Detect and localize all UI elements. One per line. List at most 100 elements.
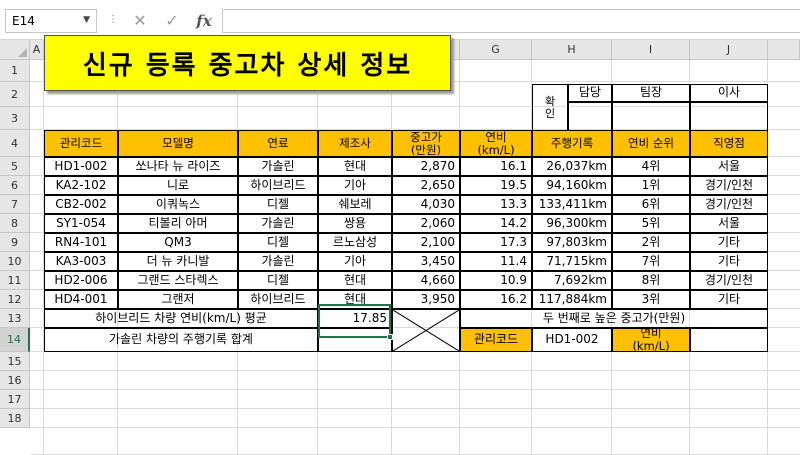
row-header-8[interactable]: 8 (0, 214, 30, 233)
table-cell[interactable]: HD1-002 (44, 157, 118, 176)
row-header-4[interactable]: 4 (0, 130, 30, 157)
table-cell[interactable]: KA3-003 (44, 252, 118, 271)
table-cell[interactable]: 쌍용 (318, 214, 392, 233)
table-cell[interactable]: 2,650 (392, 176, 460, 195)
table-cell[interactable]: 26,037km (532, 157, 612, 176)
gasoline-total-label[interactable]: 가솔린 차량의 주행기록 합계 (44, 328, 318, 352)
column-header-h[interactable]: H (532, 40, 612, 60)
table-cell[interactable]: 티볼리 아머 (118, 214, 238, 233)
table-cell[interactable]: 16.1 (460, 157, 532, 176)
table-cell[interactable]: 7,692km (532, 271, 612, 290)
formula-input[interactable] (222, 9, 800, 33)
table-cell[interactable]: 가솔린 (238, 157, 318, 176)
table-cell[interactable]: 기아 (318, 176, 392, 195)
table-cell[interactable]: RN4-101 (44, 233, 118, 252)
table-cell[interactable]: 14.2 (460, 214, 532, 233)
table-cell[interactable]: 하이브리드 (238, 176, 318, 195)
table-cell[interactable]: 16.2 (460, 290, 532, 309)
table-cell[interactable]: 쏘나타 뉴 라이즈 (118, 157, 238, 176)
approval-side-label[interactable]: 확 인 (532, 84, 568, 132)
table-header-cell[interactable]: 연비 (km/L) (460, 130, 532, 157)
table-cell[interactable]: 경기/인천 (690, 195, 768, 214)
table-cell[interactable]: 94,160km (532, 176, 612, 195)
approval-sign-cell[interactable] (612, 102, 690, 132)
column-header-a[interactable]: A (30, 40, 44, 60)
table-cell[interactable]: 서울 (690, 214, 768, 233)
approval-header[interactable]: 이사 (690, 84, 768, 102)
table-cell[interactable]: 기타 (690, 290, 768, 309)
chevron-down-icon[interactable]: ▼ (83, 15, 90, 25)
column-header-j[interactable]: J (690, 40, 768, 60)
table-cell[interactable]: QM3 (118, 233, 238, 252)
table-cell[interactable]: 기타 (690, 233, 768, 252)
row-header-18[interactable]: 18 (0, 409, 30, 428)
table-cell[interactable]: 96,300km (532, 214, 612, 233)
table-cell[interactable]: 13.3 (460, 195, 532, 214)
row-header-1[interactable]: 1 (0, 60, 30, 82)
title-shape[interactable]: 신규 등록 중고차 상세 정보 (44, 35, 451, 91)
row-header-14[interactable]: 14 (0, 328, 30, 352)
table-cell[interactable]: 2위 (612, 233, 690, 252)
table-cell[interactable]: 서울 (690, 157, 768, 176)
row-header-13[interactable]: 13 (0, 309, 30, 328)
approval-header[interactable]: 팀장 (612, 84, 690, 102)
table-cell[interactable]: 디젤 (238, 271, 318, 290)
approval-sign-cell[interactable] (690, 102, 768, 132)
table-header-cell[interactable]: 직영점 (690, 130, 768, 157)
table-header-cell[interactable]: 중고가 (만원) (392, 130, 460, 157)
table-header-cell[interactable]: 관리코드 (44, 130, 118, 157)
row-header-6[interactable]: 6 (0, 176, 30, 195)
table-cell[interactable]: 1위 (612, 176, 690, 195)
row-header-10[interactable]: 10 (0, 252, 30, 271)
eff-label[interactable]: 연비 (km/L) (612, 328, 690, 352)
code-label[interactable]: 관리코드 (460, 328, 532, 352)
table-cell[interactable]: 니로 (118, 176, 238, 195)
table-cell[interactable]: 현대 (318, 271, 392, 290)
table-cell[interactable]: KA2-102 (44, 176, 118, 195)
enter-icon[interactable]: ✓ (160, 9, 184, 33)
table-cell[interactable]: 그랜드 스타렉스 (118, 271, 238, 290)
table-cell[interactable]: 97,803km (532, 233, 612, 252)
table-cell[interactable]: 8위 (612, 271, 690, 290)
row-header-12[interactable]: 12 (0, 290, 30, 309)
table-cell[interactable]: SY1-054 (44, 214, 118, 233)
row-header-15[interactable]: 15 (0, 352, 30, 371)
select-all-button[interactable] (0, 40, 30, 60)
table-cell[interactable]: 133,411km (532, 195, 612, 214)
table-cell[interactable]: CB2-002 (44, 195, 118, 214)
table-header-cell[interactable]: 제조사 (318, 130, 392, 157)
table-cell[interactable]: 71,715km (532, 252, 612, 271)
table-cell[interactable]: 경기/인천 (690, 176, 768, 195)
column-header-extra[interactable] (768, 40, 800, 60)
table-cell[interactable]: 5위 (612, 214, 690, 233)
table-cell[interactable]: HD4-001 (44, 290, 118, 309)
table-cell[interactable]: 2,060 (392, 214, 460, 233)
cancel-icon[interactable]: ✕ (128, 9, 152, 33)
column-header-g[interactable]: G (460, 40, 532, 60)
row-header-2[interactable]: 2 (0, 82, 30, 107)
table-cell[interactable]: 7위 (612, 252, 690, 271)
name-box[interactable]: E14 ▼ (5, 9, 97, 33)
table-cell[interactable]: 3,450 (392, 252, 460, 271)
table-cell[interactable]: 6위 (612, 195, 690, 214)
table-cell[interactable]: 현대 (318, 157, 392, 176)
row-header-7[interactable]: 7 (0, 195, 30, 214)
table-cell[interactable]: 디젤 (238, 195, 318, 214)
table-cell[interactable]: 경기/인천 (690, 271, 768, 290)
table-cell[interactable]: 더 뉴 카니발 (118, 252, 238, 271)
table-cell[interactable]: 19.5 (460, 176, 532, 195)
fill-handle[interactable] (387, 334, 393, 340)
row-header-3[interactable]: 3 (0, 107, 30, 130)
table-cell[interactable]: 2,870 (392, 157, 460, 176)
table-cell[interactable]: 이쿼녹스 (118, 195, 238, 214)
table-cell[interactable]: 2,100 (392, 233, 460, 252)
table-cell[interactable]: 3위 (612, 290, 690, 309)
approval-sign-cell[interactable] (568, 102, 612, 132)
table-header-cell[interactable]: 주행기록 (532, 130, 612, 157)
table-cell[interactable]: 117,884km (532, 290, 612, 309)
approval-header[interactable]: 담당 (568, 84, 612, 102)
table-cell[interactable]: 가솔린 (238, 214, 318, 233)
row-header-9[interactable]: 9 (0, 233, 30, 252)
active-cell-selection[interactable] (318, 304, 391, 338)
table-cell[interactable]: 디젤 (238, 233, 318, 252)
